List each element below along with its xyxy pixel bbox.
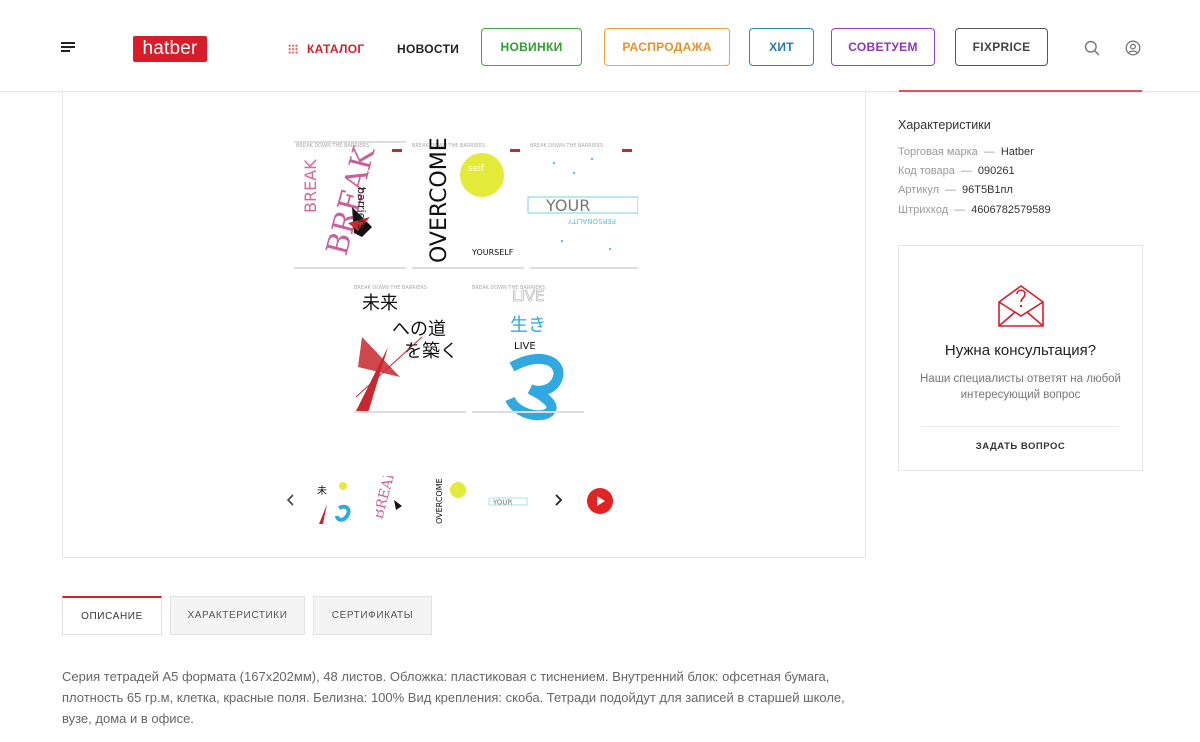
product-description: Серия тетрадей А5 формата (167х202мм), 4… <box>62 669 845 726</box>
sidebar-accent-line <box>899 90 1142 92</box>
site-header: hatber КАТАЛОГ НОВОСТИ НОВИНКИ РАСПРОДАЖ… <box>0 0 1200 92</box>
notebook-break: BREAK DOWN THE BARRIERS BREAK BREAK barr… <box>292 137 408 273</box>
nav-catalog-label: КАТАЛОГ <box>307 42 365 56</box>
char-label: Артикул <box>898 184 940 196</box>
svg-text:YOUR: YOUR <box>492 499 513 507</box>
svg-text:BREAK DOWN THE BARRIERS: BREAK DOWN THE BARRIERS <box>530 143 603 149</box>
nav-news[interactable]: НОВОСТИ <box>397 42 459 56</box>
char-row-article: Артикул —96Т5В1пл <box>898 184 1013 196</box>
user-icon[interactable] <box>1125 40 1141 56</box>
divider <box>921 426 1119 427</box>
tab-characteristics[interactable]: ХАРАКТЕРИСТИКИ <box>170 596 305 635</box>
consultation-card: Нужна консультация? Наши специалисты отв… <box>898 245 1143 471</box>
consultation-title: Нужна консультация? <box>944 342 1097 359</box>
thumbnail-1[interactable]: 未 <box>313 476 355 528</box>
thumbnail-3[interactable]: OVERCOME <box>430 476 472 528</box>
chevron-right-icon[interactable] <box>552 490 564 510</box>
char-row-code: Код товара —090261 <box>898 165 1015 177</box>
svg-text:LIVE: LIVE <box>512 287 545 305</box>
svg-text:生き: 生き <box>510 315 546 336</box>
char-row-brand: Торговая марка — Hatber <box>898 146 1034 158</box>
char-label: Код товара <box>898 165 955 177</box>
nav-catalog[interactable]: КАТАЛОГ <box>288 42 364 56</box>
svg-text:への道: への道 <box>392 319 446 340</box>
pill-hit-button[interactable]: ХИТ <box>749 28 814 66</box>
svg-text:YOUR: YOUR <box>545 196 590 215</box>
svg-text:BREAK DOWN THE BARRIERS: BREAK DOWN THE BARRIERS <box>354 285 427 291</box>
burger-menu-icon[interactable] <box>61 42 75 53</box>
svg-text:OVERCOME: OVERCOME <box>427 137 452 263</box>
tab-certificates[interactable]: СЕРТИФИКАТЫ <box>313 596 432 635</box>
char-value: 4606782579589 <box>971 204 1051 216</box>
product-main-image[interactable]: BREAK DOWN THE BARRIERS BREAK BREAK barr… <box>292 137 638 421</box>
svg-text:LIVE: LIVE <box>514 341 536 352</box>
pill-sale-button[interactable]: РАСПРОДАЖА <box>604 28 730 66</box>
play-video-button[interactable] <box>587 488 613 514</box>
char-value: 090261 <box>977 165 1015 177</box>
thumbnail-2[interactable]: BREAK <box>376 476 418 528</box>
svg-text:未来: 未来 <box>362 293 398 314</box>
svg-text:未: 未 <box>317 485 327 497</box>
svg-text:BREAK: BREAK <box>301 159 320 213</box>
char-label: Торговая марка <box>898 146 978 158</box>
product-gallery: BREAK DOWN THE BARRIERS BREAK BREAK barr… <box>62 92 866 558</box>
pill-new-button[interactable]: НОВИНКИ <box>481 28 582 66</box>
char-label: Штрихкод <box>898 204 949 216</box>
notebook-your-personality: BREAK DOWN THE BARRIERS YOUR PERSONALITY <box>527 137 638 273</box>
chevron-left-icon[interactable] <box>285 490 297 510</box>
thumbnail-4[interactable]: YOUR <box>487 476 529 528</box>
ask-question-button[interactable]: ЗАДАТЬ ВОПРОС <box>899 441 1142 452</box>
grid-icon <box>288 44 298 54</box>
char-row-barcode: Штрихкод —4606782579589 <box>898 204 1051 216</box>
characteristics-title: Характеристики <box>898 118 991 132</box>
search-icon[interactable] <box>1084 40 1100 56</box>
svg-text:barriers: barriers <box>355 187 368 230</box>
logo[interactable]: hatber <box>133 36 207 62</box>
envelope-question-icon <box>998 285 1044 327</box>
consultation-text: Наши специалисты ответят на любой интере… <box>920 373 1121 401</box>
svg-text:YOURSELF: YOURSELF <box>471 248 514 257</box>
pill-advise-button[interactable]: СОВЕТУЕМ <box>831 28 935 66</box>
svg-text:self: self <box>468 164 485 174</box>
char-value: Hatber <box>1000 146 1034 158</box>
tab-description[interactable]: ОПИСАНИЕ <box>62 596 162 635</box>
char-value: 96Т5В1пл <box>962 184 1013 196</box>
svg-text:OVERCOME: OVERCOME <box>435 478 444 524</box>
notebook-live: BREAK DOWN THE BARRIERS LIVE 生き LIVE <box>470 281 586 421</box>
svg-text:PERSONALITY: PERSONALITY <box>567 217 616 225</box>
notebook-kanji: BREAK DOWN THE BARRIERS 未来 への道 を築く <box>352 281 468 417</box>
svg-text:を築く: を築く <box>404 341 458 362</box>
pill-fixprice-button[interactable]: FIXPRICE <box>955 28 1048 66</box>
notebook-overcome: BREAK DOWN THE BARRIERS self OVERCOME YO… <box>410 137 526 273</box>
